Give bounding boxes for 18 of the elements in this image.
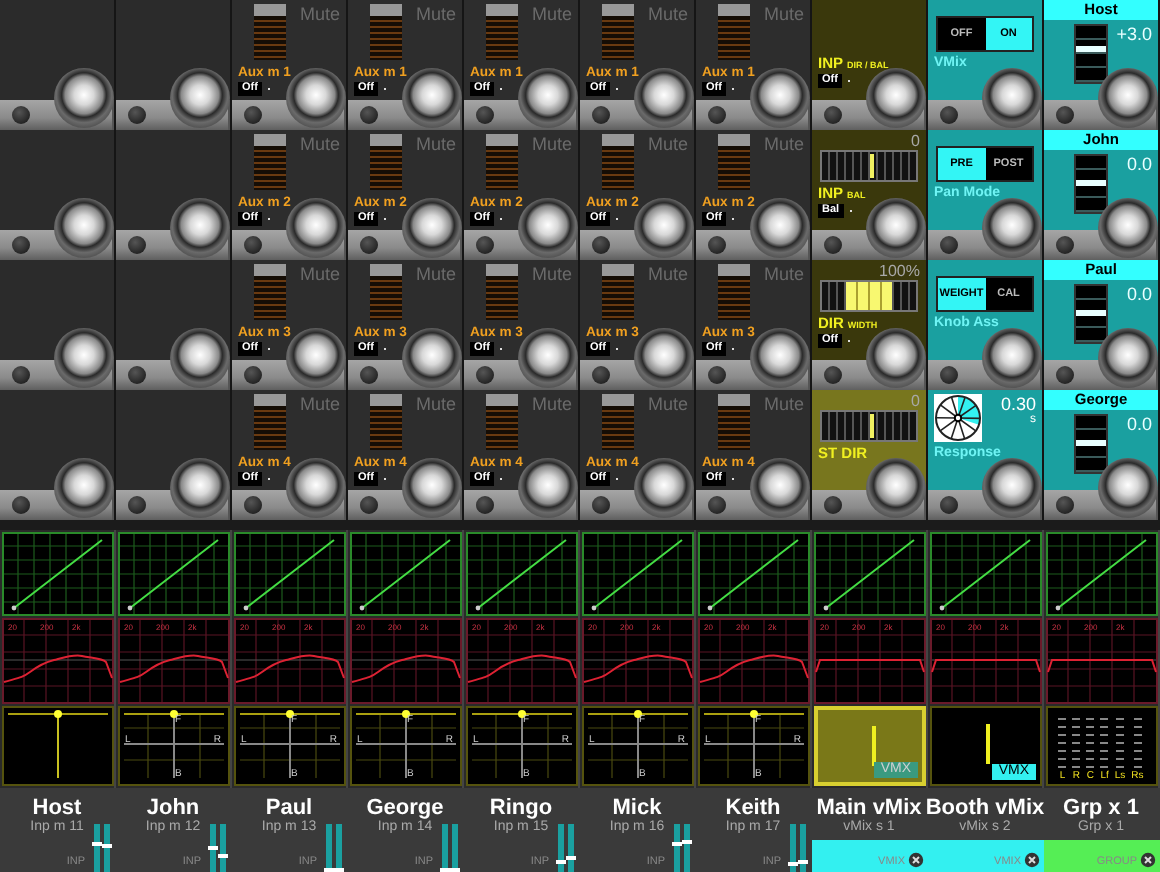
strip-name: Mick (612, 796, 662, 820)
value-readout: 0 (909, 394, 920, 410)
strip-name: John (146, 796, 200, 820)
gain-readout: 0.0 (1126, 154, 1152, 178)
strip-name: Booth vMix (925, 796, 1045, 820)
value-readout: 100% (877, 264, 920, 280)
gain-readout: 0.0 (1126, 284, 1152, 308)
strip-name: Main vMix (816, 796, 922, 820)
value-readout: 0.30 (1000, 394, 1036, 414)
strip-name: Paul (265, 796, 313, 820)
strip-name: Ringo (489, 796, 553, 820)
strip-name: Host (32, 796, 82, 820)
strip-name: George (366, 796, 444, 820)
gain-readout: +3.0 (1116, 24, 1152, 48)
strip-name: Grp x 1 (1063, 796, 1139, 820)
gain-readout: 0.0 (1126, 414, 1152, 438)
value-readout: 0 (909, 134, 920, 150)
strip-name: Keith (725, 796, 781, 820)
